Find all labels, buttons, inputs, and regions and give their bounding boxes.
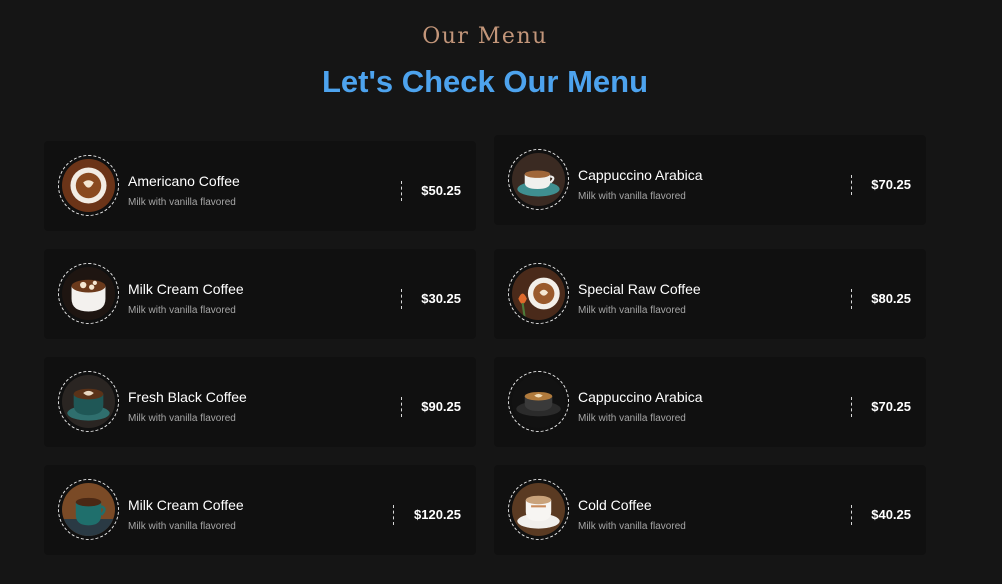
coffee-latte-art-image <box>62 159 115 212</box>
item-description: Milk with vanilla flavored <box>578 413 686 424</box>
item-description: Milk with vanilla flavored <box>578 521 686 532</box>
coffee-cup-saucer-image <box>512 153 565 206</box>
item-description: Milk with vanilla flavored <box>578 305 686 316</box>
menu-item-card[interactable]: Special Raw Coffee Milk with vanilla fla… <box>494 249 926 339</box>
item-name: Cappuccino Arabica <box>578 389 703 405</box>
item-name: Cappuccino Arabica <box>578 167 703 183</box>
price-divider <box>393 505 394 525</box>
item-image-frame <box>508 371 569 432</box>
coffee-teal-cup-image <box>62 483 115 536</box>
price-divider <box>401 289 402 309</box>
price-divider <box>851 397 852 417</box>
item-description: Milk with vanilla flavored <box>128 521 236 532</box>
menu-item-card[interactable]: Milk Cream Coffee Milk with vanilla flav… <box>44 249 476 339</box>
coffee-black-cup-image <box>62 375 115 428</box>
item-price: $30.25 <box>421 291 461 306</box>
menu-page: Our Menu Let's Check Our Menu Americano … <box>0 0 1002 584</box>
section-eyebrow: Our Menu <box>422 24 548 49</box>
item-price: $40.25 <box>871 507 911 522</box>
menu-item-card[interactable]: Fresh Black Coffee Milk with vanilla fla… <box>44 357 476 447</box>
item-description: Milk with vanilla flavored <box>128 197 236 208</box>
item-image-frame <box>58 155 119 216</box>
section-title: Let's Check Our Menu <box>321 64 649 99</box>
item-price: $80.25 <box>871 291 911 306</box>
item-description: Milk with vanilla flavored <box>128 305 236 316</box>
item-image-frame <box>58 263 119 324</box>
item-image-frame <box>508 263 569 324</box>
item-price: $90.25 <box>421 399 461 414</box>
item-name: Cold Coffee <box>578 497 652 513</box>
item-description: Milk with vanilla flavored <box>128 413 236 424</box>
item-image-frame <box>508 149 569 210</box>
item-price: $120.25 <box>414 507 461 522</box>
price-divider <box>851 175 852 195</box>
item-name: Milk Cream Coffee <box>128 497 244 513</box>
coffee-cup-dark-image <box>512 375 565 428</box>
menu-item-card[interactable]: Milk Cream Coffee Milk with vanilla flav… <box>44 465 476 555</box>
menu-item-card[interactable]: Americano Coffee Milk with vanilla flavo… <box>44 141 476 231</box>
price-divider <box>851 505 852 525</box>
coffee-flower-image <box>512 267 565 320</box>
item-image-frame <box>58 479 119 540</box>
item-name: Fresh Black Coffee <box>128 389 247 405</box>
coffee-cream-cup-image <box>62 267 115 320</box>
item-name: Americano Coffee <box>128 173 240 189</box>
item-name: Milk Cream Coffee <box>128 281 244 297</box>
item-price: $70.25 <box>871 177 911 192</box>
item-price: $50.25 <box>421 183 461 198</box>
item-image-frame <box>58 371 119 432</box>
item-name: Special Raw Coffee <box>578 281 701 297</box>
item-image-frame <box>508 479 569 540</box>
coffee-white-cup-image <box>512 483 565 536</box>
menu-item-card[interactable]: Cold Coffee Milk with vanilla flavored $… <box>494 465 926 555</box>
item-description: Milk with vanilla flavored <box>578 191 686 202</box>
menu-item-card[interactable]: Cappuccino Arabica Milk with vanilla fla… <box>494 357 926 447</box>
price-divider <box>401 397 402 417</box>
menu-item-card[interactable]: Cappuccino Arabica Milk with vanilla fla… <box>494 135 926 225</box>
item-price: $70.25 <box>871 399 911 414</box>
price-divider <box>851 289 852 309</box>
price-divider <box>401 181 402 201</box>
